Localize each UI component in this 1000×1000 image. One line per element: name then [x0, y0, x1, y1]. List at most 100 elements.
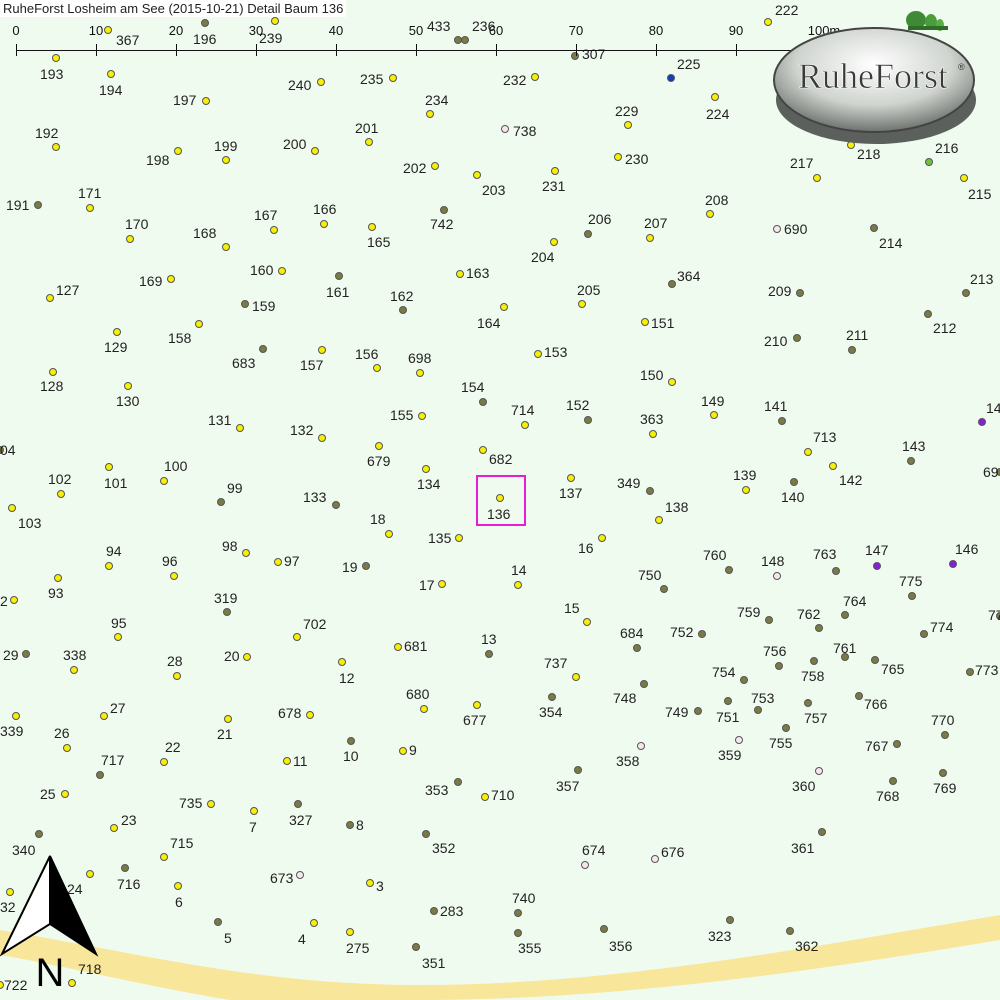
tree-marker[interactable] [655, 516, 663, 524]
tree-marker[interactable] [346, 821, 354, 829]
tree-marker[interactable] [966, 668, 974, 676]
tree-marker[interactable] [765, 616, 773, 624]
tree-marker[interactable] [960, 174, 968, 182]
tree-marker[interactable] [754, 706, 762, 714]
tree-marker[interactable] [660, 585, 668, 593]
tree-marker[interactable] [796, 289, 804, 297]
tree-marker[interactable] [649, 430, 657, 438]
tree-marker[interactable] [274, 558, 282, 566]
tree-marker[interactable] [574, 766, 582, 774]
tree-marker[interactable] [920, 630, 928, 638]
tree-marker[interactable] [173, 672, 181, 680]
tree-marker[interactable] [778, 417, 786, 425]
tree-marker[interactable] [174, 147, 182, 155]
tree-marker[interactable] [567, 474, 575, 482]
tree-marker[interactable] [318, 434, 326, 442]
tree-marker[interactable] [804, 448, 812, 456]
tree-marker[interactable] [742, 486, 750, 494]
tree-marker[interactable] [170, 572, 178, 580]
tree-marker[interactable] [124, 382, 132, 390]
tree-marker[interactable] [385, 530, 393, 538]
tree-marker[interactable] [278, 267, 286, 275]
tree-marker[interactable] [394, 643, 402, 651]
tree-marker[interactable] [939, 769, 947, 777]
tree-marker[interactable] [786, 927, 794, 935]
tree-marker[interactable] [126, 235, 134, 243]
tree-marker[interactable] [848, 346, 856, 354]
tree-marker[interactable] [924, 310, 932, 318]
tree-marker[interactable] [61, 790, 69, 798]
tree-marker[interactable] [810, 657, 818, 665]
tree-marker[interactable] [306, 711, 314, 719]
tree-marker[interactable] [270, 226, 278, 234]
tree-marker[interactable] [581, 861, 589, 869]
tree-marker[interactable] [925, 158, 933, 166]
tree-marker[interactable] [813, 174, 821, 182]
tree-marker[interactable] [640, 680, 648, 688]
tree-marker[interactable] [440, 206, 448, 214]
tree-marker[interactable] [412, 943, 420, 951]
tree-marker[interactable] [160, 477, 168, 485]
tree-marker[interactable] [438, 580, 446, 588]
tree-marker[interactable] [365, 138, 373, 146]
tree-marker[interactable] [338, 658, 346, 666]
tree-marker[interactable] [375, 442, 383, 450]
tree-marker[interactable] [479, 398, 487, 406]
tree-marker[interactable] [514, 909, 522, 917]
tree-marker[interactable] [481, 793, 489, 801]
tree-marker[interactable] [167, 275, 175, 283]
tree-marker[interactable] [223, 608, 231, 616]
tree-marker[interactable] [362, 562, 370, 570]
tree-marker[interactable] [250, 807, 258, 815]
tree-marker[interactable] [242, 549, 250, 557]
tree-marker[interactable] [790, 478, 798, 486]
tree-marker[interactable] [426, 110, 434, 118]
tree-marker[interactable] [214, 918, 222, 926]
tree-marker[interactable] [46, 294, 54, 302]
tree-marker[interactable] [534, 350, 542, 358]
tree-marker[interactable] [501, 125, 509, 133]
tree-marker[interactable] [113, 328, 121, 336]
tree-marker[interactable] [52, 143, 60, 151]
tree-marker[interactable] [335, 272, 343, 280]
tree-marker[interactable] [317, 78, 325, 86]
tree-marker[interactable] [418, 412, 426, 420]
tree-marker[interactable] [422, 830, 430, 838]
tree-marker[interactable] [368, 223, 376, 231]
tree-marker[interactable] [222, 243, 230, 251]
tree-marker[interactable] [572, 673, 580, 681]
tree-marker[interactable] [624, 121, 632, 129]
tree-marker[interactable] [907, 457, 915, 465]
tree-marker[interactable] [667, 74, 675, 82]
tree-marker[interactable] [202, 97, 210, 105]
tree-marker[interactable] [207, 800, 215, 808]
tree-marker[interactable] [711, 93, 719, 101]
tree-marker[interactable] [294, 800, 302, 808]
tree-marker[interactable] [49, 368, 57, 376]
tree-marker[interactable] [160, 853, 168, 861]
tree-marker[interactable] [222, 156, 230, 164]
tree-marker[interactable] [793, 334, 801, 342]
tree-marker[interactable] [259, 345, 267, 353]
tree-marker[interactable] [694, 707, 702, 715]
tree-marker[interactable] [600, 925, 608, 933]
tree-marker[interactable] [473, 171, 481, 179]
tree-marker[interactable] [454, 778, 462, 786]
tree-marker[interactable] [416, 369, 424, 377]
tree-marker[interactable] [829, 462, 837, 470]
tree-marker[interactable] [804, 699, 812, 707]
tree-marker[interactable] [583, 618, 591, 626]
tree-marker[interactable] [724, 697, 732, 705]
tree-marker[interactable] [310, 919, 318, 927]
tree-marker[interactable] [311, 147, 319, 155]
tree-marker[interactable] [455, 534, 463, 542]
tree-marker[interactable] [107, 70, 115, 78]
tree-marker[interactable] [908, 592, 916, 600]
tree-marker[interactable] [430, 907, 438, 915]
tree-marker[interactable] [456, 270, 464, 278]
tree-marker[interactable] [782, 724, 790, 732]
tree-marker[interactable] [332, 501, 340, 509]
tree-marker[interactable] [12, 712, 20, 720]
tree-marker[interactable] [70, 666, 78, 674]
tree-marker[interactable] [578, 300, 586, 308]
